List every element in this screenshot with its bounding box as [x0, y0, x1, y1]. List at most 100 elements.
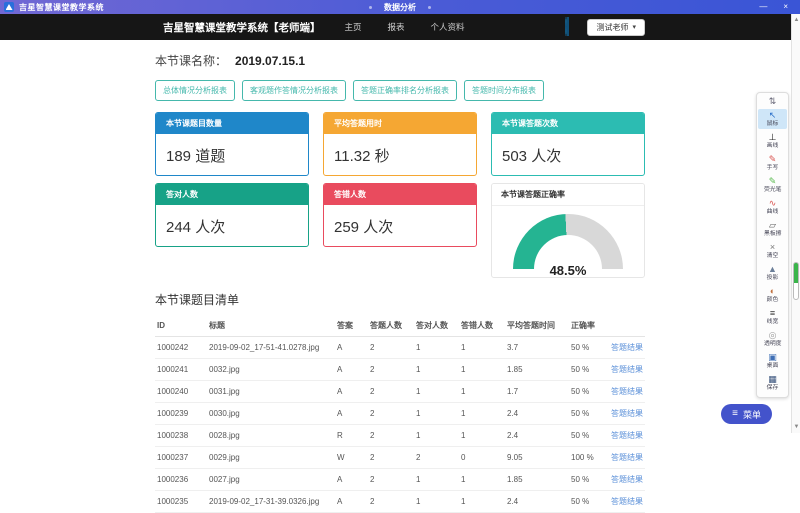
toolbar-item-projection[interactable]: ▲投影 [758, 263, 787, 283]
accuracy-gauge: 48.5% 0 100 [510, 214, 626, 276]
col-header-id: ID [155, 316, 207, 337]
answer-result-link[interactable]: 答题结果 [611, 409, 643, 418]
stat-cards-grid: 本节课题目数量 189 道题 平均答题用时 11.32 秒 本节课答题次数 50… [155, 112, 645, 278]
minimize-button[interactable]: — [759, 0, 767, 14]
answer-result-link[interactable]: 答题结果 [611, 365, 643, 374]
answer-result-link[interactable]: 答题结果 [611, 431, 643, 440]
cell-accuracy: 50 % [569, 359, 609, 381]
table-row: 10002410032.jpgA2111.8550 %答题结果 [155, 359, 645, 381]
stat-card-title: 答对人数 [156, 184, 308, 205]
answer-result-link[interactable]: 答题结果 [611, 453, 643, 462]
nav-item-reports[interactable]: 报表 [388, 21, 405, 33]
cell-correct-count: 2 [414, 447, 459, 469]
cell-id: 1000240 [155, 381, 207, 403]
cell-title: 0028.jpg [207, 425, 335, 447]
scroll-down-icon[interactable]: ▼ [792, 424, 800, 430]
toolbar-item-eraser[interactable]: ▱黑板擦 [758, 219, 787, 239]
toolbar-item-draw-line[interactable]: ⊥画线 [758, 131, 787, 151]
table-row: 10002380028.jpgR2112.450 %答题结果 [155, 425, 645, 447]
col-header-title: 标题 [207, 316, 335, 337]
accuracy-gauge-card: 本节课答题正确率 48.5% 0 100 [491, 183, 645, 278]
toolbar-item-clear[interactable]: ×清空 [758, 241, 787, 261]
cell-wrong-count: 1 [459, 337, 505, 359]
cell-avg-time: 2.4 [505, 425, 569, 447]
close-button[interactable]: × [783, 0, 788, 14]
toolbar-item-label: 线宽 [767, 318, 779, 325]
cell-accuracy: 50 % [569, 403, 609, 425]
answer-result-link[interactable]: 答题结果 [611, 387, 643, 396]
stat-card-title: 平均答题用时 [324, 113, 476, 134]
titlebar-tab[interactable]: 数据分析 [369, 2, 431, 13]
cell-actions: 答题结果 [609, 447, 645, 469]
cell-accuracy: 50 % [569, 425, 609, 447]
col-header-correct-count: 答对人数 [414, 316, 459, 337]
cell-answer-count: 2 [368, 491, 414, 513]
report-button-objective[interactable]: 客观题作答情况分析报表 [242, 80, 346, 101]
cell-id: 1000238 [155, 425, 207, 447]
answer-result-link[interactable]: 答题结果 [611, 475, 643, 484]
toolbar-item-opacity[interactable]: ◎透明度 [758, 329, 787, 349]
cell-title: 0029.jpg [207, 447, 335, 469]
cell-id: 1000242 [155, 337, 207, 359]
answer-result-link[interactable]: 答题结果 [611, 497, 643, 506]
stat-card-value: 189 道题 [156, 134, 308, 166]
cell-answer: W [335, 447, 368, 469]
nav-item-home[interactable]: 主页 [345, 21, 362, 33]
cell-avg-time: 9.05 [505, 447, 569, 469]
report-button-accuracy-rank[interactable]: 答题正确率排名分析报表 [353, 80, 457, 101]
stat-card-value: 503 人次 [492, 134, 644, 166]
report-button-overall[interactable]: 总体情况分析报表 [155, 80, 235, 101]
cell-wrong-count: 1 [459, 403, 505, 425]
cell-avg-time: 1.85 [505, 359, 569, 381]
user-menu-button[interactable]: 测试老师 ▾ [587, 19, 645, 36]
cell-accuracy: 50 % [569, 469, 609, 491]
menu-button[interactable]: ≡ 菜单 [721, 404, 772, 424]
scroll-up-icon[interactable]: ▲ [792, 17, 800, 23]
toolbar-item-label: 荧光笔 [764, 186, 782, 193]
titlebar-dot [428, 6, 431, 9]
table-header-row: ID 标题 答案 答题人数 答对人数 答错人数 平均答题时间 正确率 [155, 316, 645, 337]
toolbar-item-highlighter[interactable]: ✎荧光笔 [758, 175, 787, 195]
gauge-value: 48.5% [510, 263, 626, 278]
eraser-icon: ▱ [769, 220, 776, 230]
toolbar-item-line-width[interactable]: ≡线宽 [758, 307, 787, 327]
cell-accuracy: 50 % [569, 491, 609, 513]
cell-title: 0032.jpg [207, 359, 335, 381]
cell-correct-count: 1 [414, 425, 459, 447]
cell-answer: A [335, 403, 368, 425]
toolbar-item-label: 桌面 [767, 362, 779, 369]
toolbar-item-handwrite[interactable]: ✎手写 [758, 153, 787, 173]
report-button-time-distribution[interactable]: 答题时间分布报表 [464, 80, 544, 101]
col-header-answer: 答案 [335, 316, 368, 337]
cell-title: 0030.jpg [207, 403, 335, 425]
handwrite-icon: ✎ [769, 154, 777, 164]
annotation-toolbar: ⇅ ↖鼠标⊥画线✎手写✎荧光笔∿曲线▱黑板擦×清空▲投影◐颜色≡线宽◎透明度▣桌… [756, 92, 789, 398]
cell-actions: 答题结果 [609, 403, 645, 425]
cell-answer: A [335, 381, 368, 403]
collapse-toolbar-icon[interactable]: ⇅ [769, 95, 777, 107]
report-buttons-row: 总体情况分析报表 客观题作答情况分析报表 答题正确率排名分析报表 答题时间分布报… [155, 80, 645, 101]
toolbar-item-mouse[interactable]: ↖鼠标 [758, 109, 787, 129]
tab-title: 数据分析 [384, 2, 416, 13]
toolbar-item-save[interactable]: ▦保存 [758, 373, 787, 393]
cell-title: 2019-09-02_17-31-39.0326.jpg [207, 491, 335, 513]
table-row: 10002352019-09-02_17-31-39.0326.jpgA2112… [155, 491, 645, 513]
scrollbar-thumb[interactable] [793, 262, 799, 300]
cell-avg-time: 3.7 [505, 337, 569, 359]
course-name-label: 本节课名称： [155, 52, 227, 69]
cell-correct-count: 1 [414, 359, 459, 381]
toolbar-item-curve[interactable]: ∿曲线 [758, 197, 787, 217]
titlebar: 吉星智慧课堂教学系统 数据分析 — × [0, 0, 800, 14]
nav-item-profile[interactable]: 个人资料 [431, 21, 465, 33]
toolbar-item-label: 黑板擦 [764, 230, 782, 237]
cell-title: 0031.jpg [207, 381, 335, 403]
stat-card-avg-time: 平均答题用时 11.32 秒 [323, 112, 477, 176]
toolbar-item-label: 曲线 [767, 208, 779, 215]
cell-avg-time: 1.7 [505, 381, 569, 403]
cell-answer-count: 2 [368, 337, 414, 359]
stat-card-value: 259 人次 [324, 205, 476, 237]
window-controls: — × [759, 0, 800, 14]
toolbar-item-desktop[interactable]: ▣桌面 [758, 351, 787, 371]
answer-result-link[interactable]: 答题结果 [611, 343, 643, 352]
toolbar-item-color[interactable]: ◐颜色 [758, 285, 787, 305]
